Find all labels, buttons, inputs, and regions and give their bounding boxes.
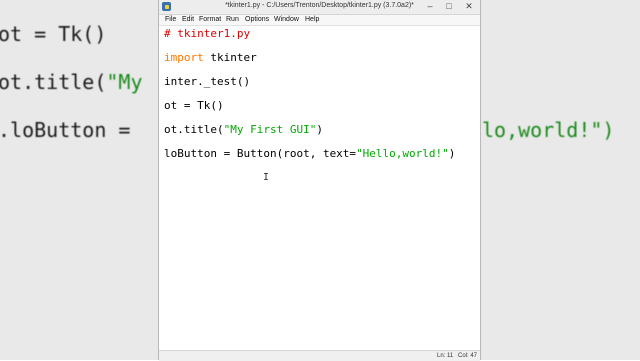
- code-string: "My First GUI": [223, 123, 317, 136]
- code-keyword: import: [164, 51, 204, 64]
- bg-code-line: .loButton =: [0, 118, 143, 142]
- bg-code-line: ot = Tk(): [0, 22, 107, 46]
- code-text: tkinter: [203, 51, 257, 64]
- menu-file[interactable]: File: [165, 16, 176, 23]
- code-editor[interactable]: # tkinter1.py import tkinter inter._test…: [159, 26, 480, 350]
- code-comment: # tkinter1.py: [164, 27, 251, 40]
- status-bar: Ln: 11 Col: 47: [159, 350, 480, 361]
- code-line-3: inter._test(): [164, 75, 251, 88]
- code-line-2: import tkinter: [164, 51, 257, 64]
- close-button[interactable]: ✕: [462, 0, 476, 13]
- code-line-5: ot.title("My First GUI"): [164, 123, 323, 136]
- idle-editor-window: *tkinter1.py - C:/Users/Trenton/Desktop/…: [159, 0, 480, 361]
- text-cursor-icon: I: [263, 172, 270, 183]
- maximize-button[interactable]: □: [442, 0, 456, 13]
- menu-run[interactable]: Run: [226, 16, 239, 23]
- status-line: Ln: 11: [437, 353, 454, 359]
- menu-window[interactable]: Window: [274, 16, 299, 23]
- code-line-1: # tkinter1.py: [164, 27, 250, 40]
- bg-code-line-right: lo,world!"): [482, 118, 614, 142]
- bg-code-string: "My: [106, 70, 143, 94]
- code-line-4: ot = Tk(): [164, 99, 224, 112]
- bg-code-line: ot.title("My: [0, 70, 143, 94]
- menu-format[interactable]: Format: [199, 16, 221, 23]
- menu-help[interactable]: Help: [305, 16, 319, 23]
- code-string: "Hello,world!": [356, 147, 449, 160]
- menu-bar: File Edit Format Run Options Window Help: [159, 15, 480, 26]
- code-text: ot.title(: [164, 123, 224, 136]
- status-column: Col: 47: [458, 353, 478, 359]
- code-line-6: loButton = Button(root, text="Hello,worl…: [164, 147, 455, 160]
- menu-options[interactable]: Options: [245, 16, 269, 23]
- code-text: ): [316, 123, 323, 136]
- minimize-button[interactable]: –: [423, 0, 437, 13]
- code-text: loButton = Button(root, text=: [164, 147, 357, 160]
- bg-code-text: ot.title(: [0, 70, 107, 94]
- bg-code-string: lo,world!"): [482, 118, 615, 142]
- title-bar[interactable]: *tkinter1.py - C:/Users/Trenton/Desktop/…: [159, 0, 480, 15]
- code-text: ): [448, 147, 456, 160]
- menu-edit[interactable]: Edit: [182, 16, 194, 23]
